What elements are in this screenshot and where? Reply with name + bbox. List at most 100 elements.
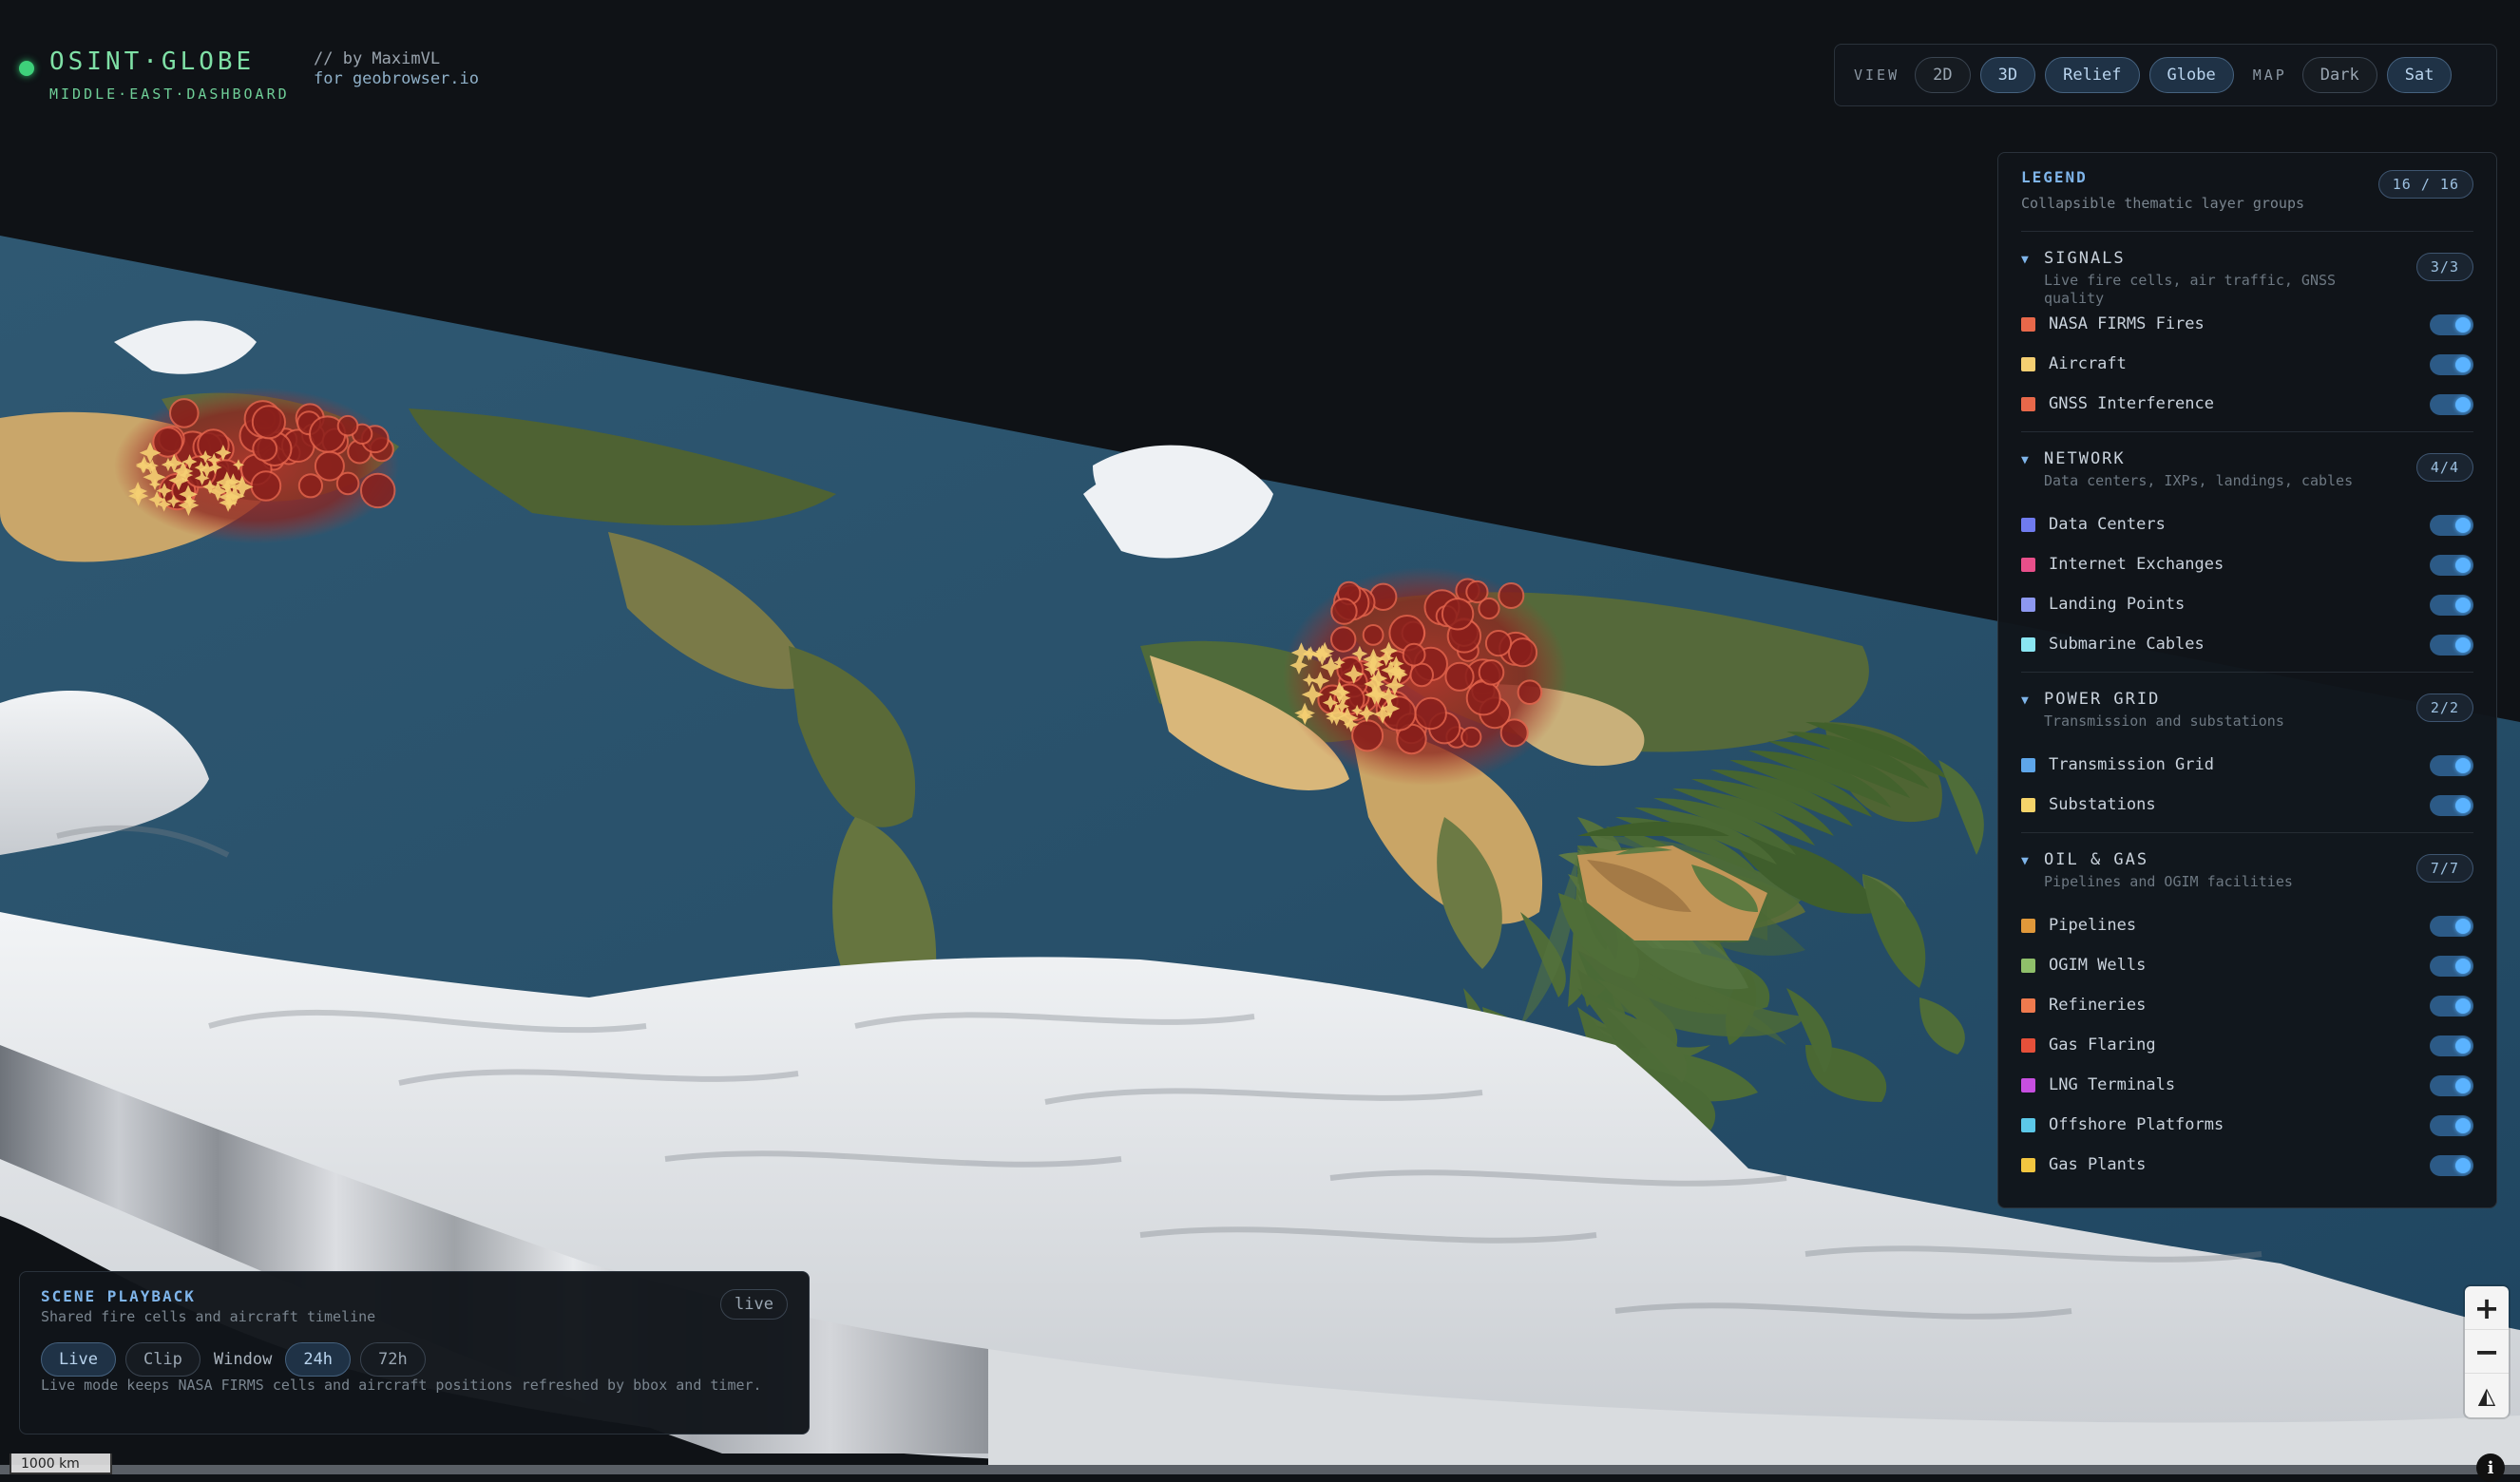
view-3d-button[interactable]: 3D [1979, 57, 2036, 93]
legend-layer-row[interactable]: GNSS Interference [2021, 384, 2473, 424]
layer-toggle[interactable] [2430, 1115, 2473, 1136]
scale-bar: 1000 km [10, 1454, 112, 1474]
fire-cell [297, 473, 323, 499]
layer-toggle[interactable] [2430, 795, 2473, 816]
legend-layer-row[interactable]: Offshore Platforms [2021, 1105, 2473, 1145]
fire-cell [1444, 661, 1475, 692]
legend-layer-row[interactable]: Substations [2021, 785, 2473, 825]
legend-layer-row[interactable]: Gas Flaring [2021, 1025, 2473, 1065]
layer-label: Pipelines [2049, 916, 2137, 935]
legend-groups: ▼ SIGNALS Live fire cells, air traffic, GN… [2021, 231, 2473, 1192]
layer-color-swatch [2021, 557, 2035, 572]
group-description: Transmission and substations [2044, 712, 2284, 730]
layer-toggle[interactable] [2430, 515, 2473, 536]
layer-color-swatch [2021, 356, 2035, 371]
layer-color-swatch [2021, 636, 2035, 652]
group-count-badge: 3/3 [2415, 253, 2473, 281]
fire-cell [1330, 598, 1358, 625]
layer-color-swatch [2021, 316, 2035, 332]
group-description: Live fire cells, air traffic, GNSS quali… [2044, 272, 2337, 307]
zoom-in-button[interactable]: + [2465, 1286, 2509, 1330]
caret-down-icon[interactable]: ▼ [2021, 253, 2029, 267]
attribution-info-icon[interactable]: i [2476, 1454, 2505, 1482]
group-description: Pipelines and OGIM facilities [2044, 873, 2293, 890]
caret-down-icon[interactable]: ▼ [2021, 854, 2029, 868]
layer-toggle[interactable] [2430, 394, 2473, 415]
legend-group-header[interactable]: ▼ OIL & GAS Pipelines and OGIM facilities 7… [2021, 833, 2473, 905]
layer-label: Aircraft [2049, 354, 2127, 373]
legend-layer-row[interactable]: Aircraft [2021, 344, 2473, 384]
legend-layer-row[interactable]: Refineries [2021, 985, 2473, 1025]
map-dark-button[interactable]: Dark [2301, 57, 2377, 93]
layer-color-swatch [2021, 958, 2035, 973]
map-sat-button[interactable]: Sat [2386, 57, 2453, 93]
caret-down-icon[interactable]: ▼ [2021, 694, 2029, 708]
credit: // by MaximVL for geobrowser.io [314, 49, 479, 89]
layer-toggle[interactable] [2430, 555, 2473, 576]
legend-group-header[interactable]: ▼ SIGNALS Live fire cells, air traffic, GN… [2021, 232, 2473, 307]
legend-title: LEGEND [2021, 168, 2088, 186]
layer-toggle[interactable] [2430, 314, 2473, 335]
map-label: MAP [2252, 66, 2287, 84]
fire-cell [1460, 726, 1482, 748]
layer-toggle[interactable] [2430, 755, 2473, 776]
legend-layer-row[interactable]: Transmission Grid [2021, 745, 2473, 785]
legend-layer-row[interactable]: Pipelines [2021, 905, 2473, 945]
bottom-strip [0, 1465, 2520, 1474]
layer-toggle[interactable] [2430, 354, 2473, 375]
fire-cell [1517, 679, 1543, 706]
playback-mode-badge: live [720, 1289, 788, 1320]
caret-down-icon[interactable]: ▼ [2021, 453, 2029, 467]
layer-toggle[interactable] [2430, 996, 2473, 1016]
layer-toggle[interactable] [2430, 1155, 2473, 1176]
legend-group-header[interactable]: ▼ POWER GRID Transmission and substations 2… [2021, 673, 2473, 745]
fire-cell [1465, 680, 1501, 716]
layer-label: Landing Points [2049, 595, 2186, 614]
layer-toggle[interactable] [2430, 956, 2473, 977]
layer-color-swatch [2021, 1157, 2035, 1172]
view-globe-button[interactable]: Globe [2148, 57, 2234, 93]
layer-toggle[interactable] [2430, 1036, 2473, 1056]
legend-layer-row[interactable]: Gas Plants [2021, 1145, 2473, 1185]
legend-count-badge: 16 / 16 [2377, 170, 2473, 199]
zoom-out-button[interactable]: − [2465, 1330, 2509, 1374]
mode-clip-button[interactable]: Clip [124, 1342, 200, 1377]
layer-toggle[interactable] [2430, 916, 2473, 937]
view-2d-button[interactable]: 2D [1915, 57, 1971, 93]
layer-label: GNSS Interference [2049, 394, 2214, 413]
group-description: Data centers, IXPs, landings, cables [2044, 472, 2354, 489]
scene-playback-panel: SCENE PLAYBACK Shared fire cells and air… [19, 1271, 810, 1434]
zoom-controls: + − ◭ [2465, 1286, 2509, 1417]
legend-layer-row[interactable]: Landing Points [2021, 584, 2473, 624]
credit-link[interactable]: for geobrowser.io [314, 69, 479, 89]
layer-label: Submarine Cables [2049, 635, 2205, 654]
legend-subtitle: Collapsible thematic layer groups [2021, 195, 2305, 212]
layer-color-swatch [2021, 998, 2035, 1013]
layer-toggle[interactable] [2430, 635, 2473, 656]
legend-group-header[interactable]: ▼ NETWORK Data centers, IXPs, landings, ca… [2021, 432, 2473, 504]
legend-group: ▼ POWER GRID Transmission and substations 2… [2021, 672, 2473, 832]
layer-toggle[interactable] [2430, 595, 2473, 616]
legend-layer-row[interactable]: OGIM Wells [2021, 945, 2473, 985]
layer-color-swatch [2021, 517, 2035, 532]
compass-icon[interactable]: ◭ [2465, 1374, 2509, 1417]
layer-color-swatch [2021, 1077, 2035, 1092]
layer-color-swatch [2021, 918, 2035, 933]
mode-live-button[interactable]: Live [41, 1342, 116, 1377]
legend-layer-row[interactable]: Submarine Cables [2021, 624, 2473, 664]
fire-cell [1484, 630, 1513, 657]
app-title: OSINT·GLOBE [49, 48, 256, 76]
legend-layer-row[interactable]: Internet Exchanges [2021, 544, 2473, 584]
view-toolbar: VIEW 2D 3D Relief Globe MAP Dark Sat [1834, 44, 2497, 106]
legend-layer-row[interactable]: LNG Terminals [2021, 1065, 2473, 1105]
legend-layer-row[interactable]: NASA FIRMS Fires [2021, 304, 2473, 344]
window-72h-button[interactable]: 72h [360, 1342, 426, 1377]
legend-layer-row[interactable]: Data Centers [2021, 504, 2473, 544]
window-24h-button[interactable]: 24h [285, 1342, 352, 1377]
view-relief-button[interactable]: Relief [2045, 57, 2140, 93]
fire-cell [360, 472, 396, 509]
playback-subtitle: Shared fire cells and aircraft timeline [41, 1308, 376, 1325]
layer-color-swatch [2021, 797, 2035, 812]
app-subtitle: MIDDLE·EAST·DASHBOARD [49, 86, 290, 103]
layer-toggle[interactable] [2430, 1075, 2473, 1096]
